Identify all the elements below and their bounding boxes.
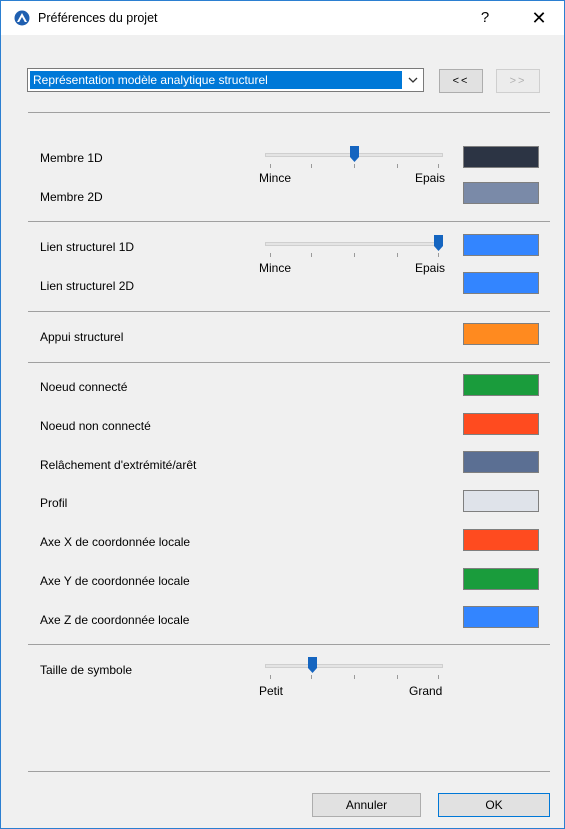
slider-tick (397, 253, 398, 257)
member-2d-label: Membre 2D (40, 190, 103, 204)
divider (28, 311, 550, 312)
structural-link-1d-color-swatch[interactable] (463, 234, 539, 256)
local-z-axis-label: Axe Z de coordonnée locale (40, 613, 190, 627)
divider (28, 771, 550, 772)
structural-link-2d-color-swatch[interactable] (463, 272, 539, 294)
local-x-axis-label: Axe X de coordonnée locale (40, 535, 191, 549)
divider (28, 221, 550, 222)
slider-min-label: Petit (259, 684, 284, 698)
divider (28, 644, 550, 645)
slider-tick (270, 253, 271, 257)
local-x-axis-color-swatch[interactable] (463, 529, 539, 551)
slider-tick (270, 675, 271, 679)
slider-tick (354, 164, 355, 168)
slider-tick (438, 675, 439, 679)
unconnected-node-color-swatch[interactable] (463, 413, 539, 435)
slider-tick (311, 253, 312, 257)
slider-track (265, 242, 443, 246)
slider-tick (311, 164, 312, 168)
previous-representation-button[interactable]: << (439, 69, 483, 93)
divider (28, 362, 550, 363)
slider-max-label: Epais (415, 261, 446, 275)
slider-tick (438, 164, 439, 168)
unconnected-node-label: Noeud non connecté (40, 419, 151, 433)
slider-min-label: Mince (259, 171, 292, 185)
local-y-axis-label: Axe Y de coordonnée locale (40, 574, 190, 588)
window-title: Préférences du projet (38, 11, 158, 25)
next-representation-button[interactable]: >> (496, 69, 540, 93)
slider-max-label: Epais (415, 171, 446, 185)
member-1d-color-swatch[interactable] (463, 146, 539, 168)
symbol-size-slider[interactable] (265, 657, 443, 687)
slider-max-label: Grand (409, 684, 443, 698)
profile-color-swatch[interactable] (463, 490, 539, 512)
structural-support-label: Appui structurel (40, 330, 124, 344)
title-bar: Préférences du projet ? ✕ (1, 1, 564, 35)
member-1d-label: Membre 1D (40, 151, 103, 165)
slider-min-label: Mince (259, 261, 292, 275)
structural-link-1d-label: Lien structurel 1D (40, 240, 135, 254)
slider-thumb[interactable] (307, 657, 317, 674)
structural-link-2d-label: Lien structurel 2D (40, 279, 135, 293)
structural-support-color-swatch[interactable] (463, 323, 539, 345)
help-button[interactable]: ? (471, 5, 499, 31)
slider-tick (270, 164, 271, 168)
local-z-axis-color-swatch[interactable] (463, 606, 539, 628)
slider-thumb[interactable] (433, 235, 443, 252)
slider-thumb[interactable] (349, 146, 359, 163)
ok-button[interactable]: OK (438, 793, 550, 817)
close-button[interactable]: ✕ (522, 5, 556, 31)
symbol-size-label: Taille de symbole (40, 663, 133, 677)
slider-tick (397, 164, 398, 168)
chevron-down-icon (408, 77, 418, 83)
end-release-color-swatch[interactable] (463, 451, 539, 473)
slider-tick (354, 253, 355, 257)
slider-track (265, 664, 443, 668)
project-preferences-dialog: Préférences du projet ? ✕ Représentation… (0, 0, 565, 829)
slider-tick (397, 675, 398, 679)
dropdown-selected-value: Représentation modèle analytique structu… (30, 71, 402, 89)
connected-node-color-swatch[interactable] (463, 374, 539, 396)
slider-tick (354, 675, 355, 679)
archicad-logo-icon (14, 10, 30, 26)
end-release-label: Relâchement d'extrémité/arêt (40, 458, 197, 472)
divider (28, 112, 550, 113)
representation-dropdown[interactable]: Représentation modèle analytique structu… (27, 68, 424, 92)
profile-label: Profil (40, 496, 68, 510)
slider-tick (438, 253, 439, 257)
member-2d-color-swatch[interactable] (463, 182, 539, 204)
connected-node-label: Noeud connecté (40, 380, 128, 394)
local-y-axis-color-swatch[interactable] (463, 568, 539, 590)
cancel-button[interactable]: Annuler (312, 793, 421, 817)
slider-tick (311, 675, 312, 679)
